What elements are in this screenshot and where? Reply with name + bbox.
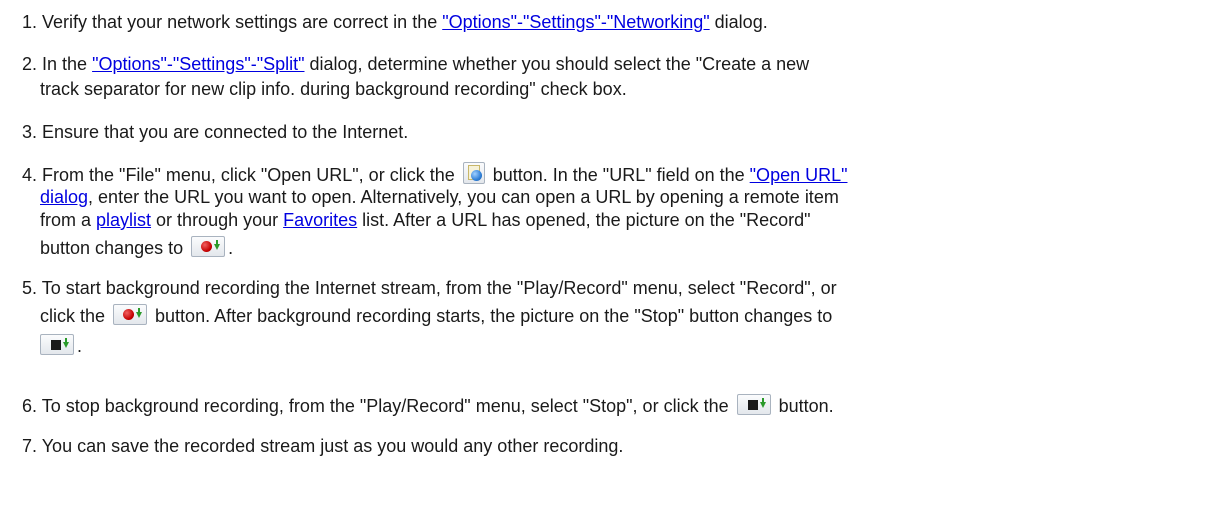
step-text: To start background recording the Intern… — [41, 278, 837, 298]
step-text: You can save the recorded stream just as… — [41, 436, 624, 456]
step-number: 5. — [22, 278, 38, 298]
step-5: 5. To start background recording the Int… — [22, 277, 837, 299]
stop-record-icon — [40, 334, 74, 355]
step-number: 4. — [22, 165, 38, 185]
step-text: button. After background recording start… — [150, 306, 833, 326]
step-2: 2. In the "Options"-"Settings"-"Split" d… — [22, 53, 809, 75]
step-number: 6. — [22, 396, 38, 416]
step-text: from a — [40, 210, 97, 230]
step-number: 2. — [22, 54, 38, 74]
step-text: button changes to — [40, 238, 189, 258]
step-2-continued: track separator for new clip info. durin… — [40, 78, 627, 100]
step-text: button. In the "URL" field on the — [487, 165, 750, 185]
step-text: dialog, determine whether you should sel… — [304, 54, 810, 74]
step-text: button. — [773, 396, 834, 416]
step-5-line-2: click the button. After background recor… — [40, 304, 832, 327]
networking-settings-link[interactable]: "Options"-"Settings"-"Networking" — [442, 12, 709, 32]
step-text: , enter the URL you want to open. Altern… — [88, 187, 839, 207]
open-url-dialog-link[interactable]: dialog — [40, 187, 88, 207]
step-text: list. After a URL has opened, the pictur… — [357, 210, 811, 230]
open-url-icon — [462, 162, 485, 184]
open-url-dialog-link[interactable]: "Open URL" — [750, 165, 848, 185]
step-text: dialog. — [709, 12, 768, 32]
step-7: 7. You can save the recorded stream just… — [22, 435, 623, 457]
record-icon — [191, 236, 226, 257]
favorites-link[interactable]: Favorites — [283, 210, 357, 230]
step-1: 1. Verify that your network settings are… — [22, 11, 768, 33]
step-4-line-2: dialog, enter the URL you want to open. … — [40, 186, 839, 208]
step-text: or through your — [151, 210, 284, 230]
step-text: Ensure that you are connected to the Int… — [42, 122, 409, 142]
step-4-line-3: from a playlist or through your Favorite… — [40, 209, 811, 231]
step-text: In the — [42, 54, 93, 74]
step-text: track separator for new clip info. durin… — [40, 79, 627, 99]
step-number: 1. — [22, 12, 38, 32]
step-text: Verify that your network settings are co… — [42, 12, 443, 32]
step-5-line-3: . — [40, 334, 82, 357]
step-4: 4. From the "File" menu, click "Open URL… — [22, 162, 848, 186]
step-number: 7. — [22, 436, 38, 456]
stop-record-icon — [736, 394, 771, 415]
step-3: 3. Ensure that you are connected to the … — [22, 121, 408, 143]
step-6: 6. To stop background recording, from th… — [22, 394, 834, 417]
split-settings-link[interactable]: "Options"-"Settings"-"Split" — [92, 54, 304, 74]
step-text: . — [77, 336, 83, 356]
playlist-link[interactable]: playlist — [96, 210, 151, 230]
step-text: click the — [40, 306, 111, 326]
step-number: 3. — [22, 122, 38, 142]
step-text: From the "File" menu, click "Open URL", … — [42, 165, 460, 185]
step-text: . — [228, 238, 234, 258]
step-text: To stop background recording, from the "… — [41, 396, 734, 416]
record-icon — [113, 304, 148, 325]
help-document: 1. Verify that your network settings are… — [0, 0, 1218, 526]
step-4-line-4: button changes to . — [40, 236, 233, 259]
